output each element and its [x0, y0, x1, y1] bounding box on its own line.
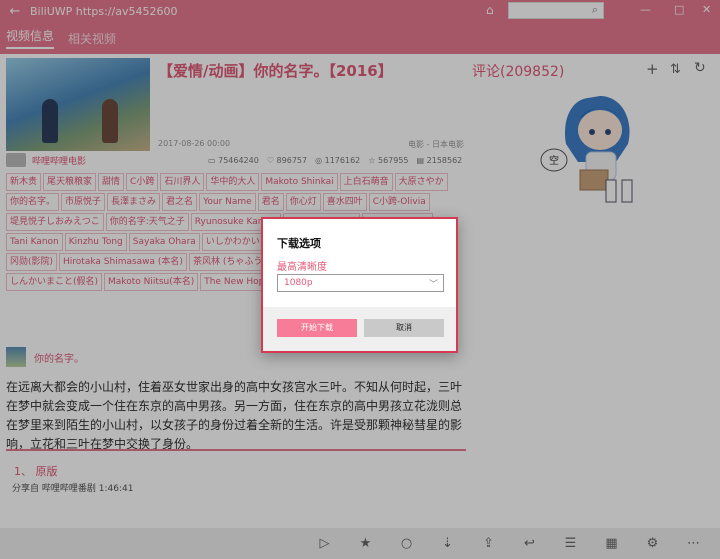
- dialog-title: 下载选项: [277, 237, 321, 250]
- quality-label: 最高清晰度: [277, 262, 327, 273]
- app-root: ← BiliUWP https://av5452600 ⌂ ⌕ — □ ✕ 视频…: [0, 0, 720, 559]
- cancel-button[interactable]: 取消: [364, 319, 444, 337]
- quality-selected: 1080p: [284, 278, 313, 288]
- start-download-button[interactable]: 开始下载: [277, 319, 357, 337]
- chevron-down-icon: ﹀: [428, 280, 438, 290]
- quality-select[interactable]: 1080p ﹀: [277, 274, 444, 292]
- download-options-dialog: 下载选项 最高清晰度 1080p ﹀ 开始下载 取消: [261, 217, 458, 353]
- dialog-footer: 开始下载 取消: [263, 307, 456, 351]
